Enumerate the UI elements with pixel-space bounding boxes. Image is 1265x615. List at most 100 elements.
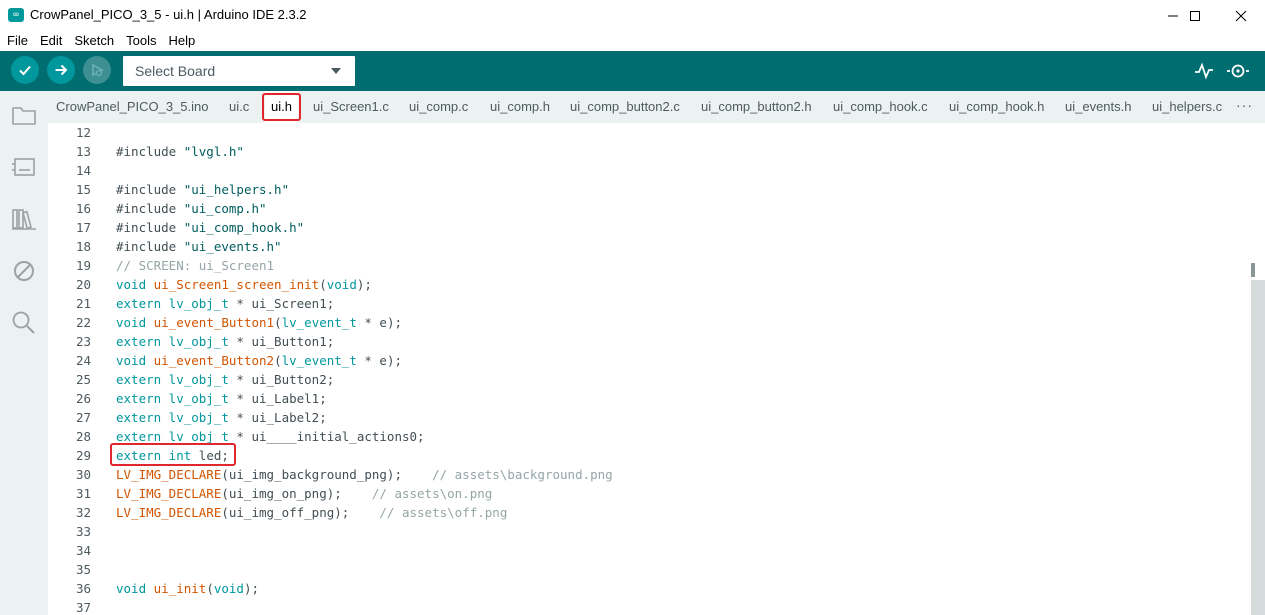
code-token: LV_IMG_DECLARE <box>116 505 222 520</box>
folder-icon[interactable] <box>10 101 38 129</box>
plotter-icon <box>1195 62 1213 80</box>
menu-help[interactable]: Help <box>161 31 200 51</box>
line-number: 15 <box>75 182 91 197</box>
code-token: void <box>326 277 357 292</box>
code-token: * ui_Button2; <box>228 372 335 387</box>
maximize-icon[interactable] <box>1172 0 1218 31</box>
scrollbar-thumb[interactable] <box>1251 280 1265 615</box>
debug-off-icon[interactable] <box>10 257 38 285</box>
code-token: (ui_img_background_png); <box>221 467 433 482</box>
code-token: * ui_Screen1; <box>228 296 335 311</box>
menu-file[interactable]: File <box>0 31 33 51</box>
line-number: 12 <box>75 125 91 140</box>
code-token: // assets\on.png <box>371 486 493 501</box>
code-token: #include <box>116 201 184 216</box>
tab-ui-comp-h[interactable]: ui_comp.h <box>490 91 550 123</box>
code-token: * ui____initial_actions0; <box>228 429 425 444</box>
tab-ui-events-h[interactable]: ui_events.h <box>1065 91 1132 123</box>
code-editor[interactable]: 12 13 14 15 16 17 18 19 20 21 22 23 24 25 26 27 28 29 30 31… <box>48 123 1249 615</box>
line-number: 28 <box>75 429 91 444</box>
code-token: ( <box>319 277 327 292</box>
code-token: ui_event_Button2 <box>153 353 275 368</box>
library-icon[interactable] <box>10 205 38 233</box>
code-token: extern lv_obj_t <box>116 391 229 406</box>
code-line: void ui_event_Button2(lv_event_t * e); <box>116 353 402 368</box>
code-token: ); <box>356 277 372 292</box>
line-number: 24 <box>75 353 91 368</box>
code-token: extern lv_obj_t <box>116 296 229 311</box>
upload-button[interactable] <box>47 56 75 84</box>
code-line: void ui_Screen1_screen_init(void); <box>116 277 372 292</box>
code-line: #include "ui_events.h" <box>116 239 282 254</box>
menu-sketch[interactable]: Sketch <box>67 31 119 51</box>
serial-plotter-button[interactable] <box>1190 57 1218 85</box>
line-number: 31 <box>75 486 91 501</box>
title-bar: ∞ CrowPanel_PICO_3_5 - ui.h | Arduino ID… <box>0 0 1265 31</box>
search-icon[interactable] <box>10 309 38 337</box>
code-line: #include "ui_comp_hook.h" <box>116 220 304 235</box>
verify-button[interactable] <box>11 56 39 84</box>
code-token: void <box>213 581 244 596</box>
menu-edit[interactable]: Edit <box>33 31 67 51</box>
code-token: extern lv_obj_t <box>116 372 229 387</box>
code-line: extern lv_obj_t * ui____initial_actions0… <box>116 429 425 444</box>
code-token: // assets\off.png <box>379 505 508 520</box>
code-line: extern lv_obj_t * ui_Button1; <box>116 334 334 349</box>
tab-ui-comp-button2-c[interactable]: ui_comp_button2.c <box>570 91 680 123</box>
line-number: 30 <box>75 467 91 482</box>
close-icon[interactable] <box>1218 0 1264 31</box>
serial-monitor-button[interactable] <box>1224 57 1252 85</box>
line-number: 32 <box>75 505 91 520</box>
tab-ui-comp-hook-c[interactable]: ui_comp_hook.c <box>833 91 928 123</box>
code-token: "ui_comp_hook.h" <box>183 220 305 235</box>
code-token: lv_event_t <box>281 353 357 368</box>
code-token: ); <box>243 581 260 596</box>
tab-ui-comp-button2-h[interactable]: ui_comp_button2.h <box>701 91 812 123</box>
tab-ui-comp-c[interactable]: ui_comp.c <box>409 91 468 123</box>
code-line: #include "ui_comp.h" <box>116 201 267 216</box>
code-token: #include <box>116 144 184 159</box>
code-token: (ui_img_off_png); <box>221 505 380 520</box>
code-line: extern lv_obj_t * ui_Screen1; <box>116 296 334 311</box>
line-number: 37 <box>75 600 91 615</box>
code-token: #include <box>116 239 184 254</box>
code-token: ( <box>274 315 282 330</box>
line-number: 36 <box>75 581 91 596</box>
code-token: "lvgl.h" <box>183 144 244 159</box>
line-number: 22 <box>75 315 91 330</box>
code-line: extern lv_obj_t * ui_Label1; <box>116 391 327 406</box>
tab-ui-c[interactable]: ui.c <box>229 91 249 123</box>
tab-ui-helpers-c[interactable]: ui_helpers.c <box>1152 91 1222 123</box>
check-icon <box>19 65 31 76</box>
scrollbar-marker <box>1251 263 1255 277</box>
code-token: void <box>116 315 154 330</box>
board-select[interactable]: Select Board <box>123 56 355 86</box>
tab-ui-screen1-c[interactable]: ui_Screen1.c <box>313 91 389 123</box>
code-line: extern lv_obj_t * ui_Button2; <box>116 372 334 387</box>
more-tabs-icon[interactable]: ··· <box>1236 97 1253 113</box>
line-number: 23 <box>75 334 91 349</box>
debug-icon <box>92 63 104 77</box>
line-number: 35 <box>75 562 91 577</box>
debug-button[interactable] <box>83 56 111 84</box>
code-token: extern lv_obj_t <box>116 429 229 444</box>
line-number-gutter: 12 13 14 15 16 17 18 19 20 21 22 23 24 25 26 27 28 29 30 31… <box>48 123 103 615</box>
board-icon[interactable] <box>10 153 38 181</box>
tab-crowpanel-ino[interactable]: CrowPanel_PICO_3_5.ino <box>56 91 208 123</box>
board-select-label: Select Board <box>135 63 216 79</box>
arrow-right-icon <box>55 64 68 76</box>
line-number: 14 <box>75 163 91 178</box>
code-token: "ui_events.h" <box>183 239 282 254</box>
code-token: "ui_comp.h" <box>183 201 267 216</box>
tab-ui-comp-hook-h[interactable]: ui_comp_hook.h <box>949 91 1044 123</box>
menu-tools[interactable]: Tools <box>119 31 161 51</box>
line-number: 13 <box>75 144 91 159</box>
code-token: * e); <box>356 315 403 330</box>
code-line: extern lv_obj_t * ui_Label2; <box>116 410 327 425</box>
code-token: (ui_img_on_png); <box>221 486 372 501</box>
code-token: * ui_Button1; <box>228 334 335 349</box>
menu-bar: File Edit Sketch Tools Help <box>0 31 1265 51</box>
code-token: * e); <box>356 353 403 368</box>
line-number: 16 <box>75 201 91 216</box>
serial-monitor-icon <box>1227 64 1249 78</box>
